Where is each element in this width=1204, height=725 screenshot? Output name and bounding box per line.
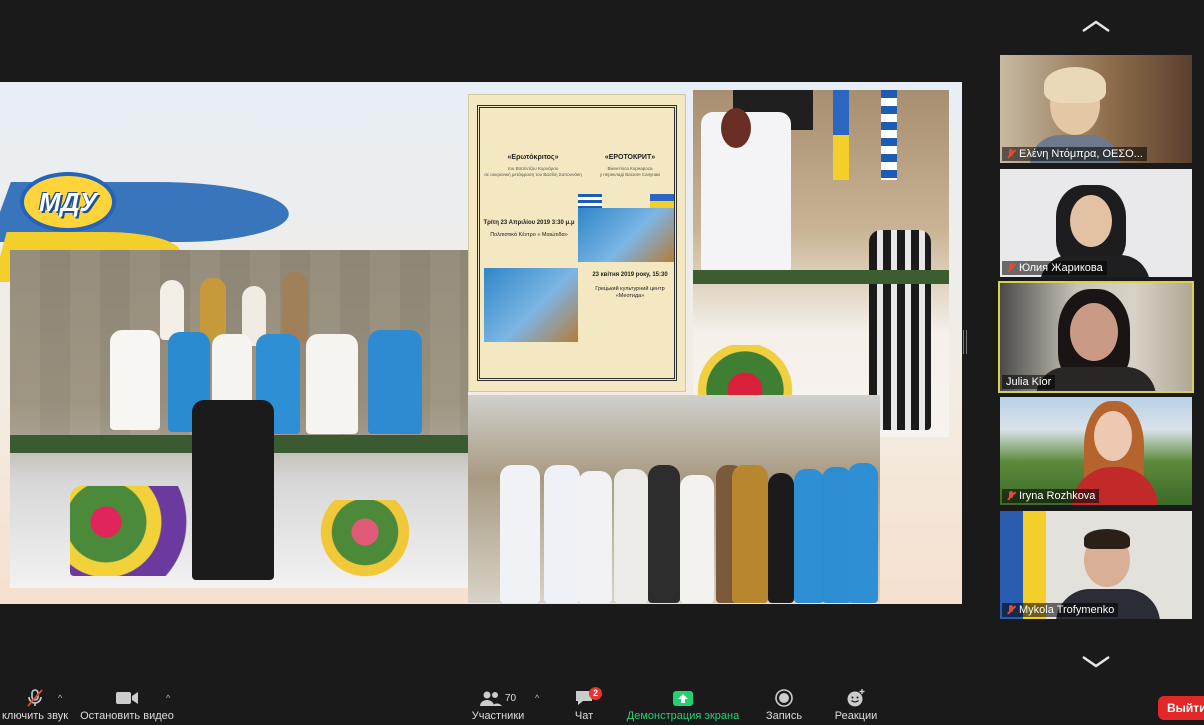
cast-group-photo	[468, 395, 880, 603]
audio-options-caret-icon[interactable]: ^	[58, 693, 62, 703]
participant-hair	[1084, 529, 1130, 549]
performer	[614, 469, 648, 603]
participant-face	[1070, 195, 1112, 247]
event-poster: «Ερωτόκριτος» του Βιτσέντζου Κορνάρου σε…	[468, 94, 686, 392]
performer	[768, 473, 794, 603]
performer	[500, 465, 540, 603]
chat-unread-badge: 2	[589, 687, 602, 700]
record-label: Запись	[765, 710, 803, 722]
participant-tile[interactable]: Юлия Жарикова	[1000, 169, 1192, 277]
participant-hair	[1044, 67, 1106, 103]
poster-venue-greek: Πολιτιστικό Κέντρο « Μαιώτιδα»	[490, 232, 568, 238]
reactions-smiley-icon	[846, 687, 866, 709]
video-camera-icon	[115, 687, 139, 709]
stop-video-label: Остановить видео	[80, 710, 174, 722]
participant-tile[interactable]: Mykola Trofymenko	[1000, 511, 1192, 619]
zoom-meeting-window: МДУ «Ερωτόκριτος» του Βιτσέντζου Κορνάρο…	[0, 0, 1204, 725]
participant-name: Юлия Жарикова	[1019, 262, 1103, 274]
muted-mic-icon	[1006, 605, 1016, 615]
chat-button[interactable]: 2 Чат	[566, 687, 602, 725]
performer	[578, 471, 612, 603]
participants-label: Участники	[471, 710, 525, 722]
muted-mic-icon	[1006, 491, 1016, 501]
unmute-label: ключить звук	[1, 710, 69, 722]
mic-muted-icon	[23, 687, 47, 709]
poster-photo	[484, 268, 578, 342]
participant-name-tag: Mykola Trofymenko	[1002, 603, 1119, 617]
poster-title-ukrainian: «ЕРОТОКРИТ»	[604, 154, 656, 161]
shared-screen: МДУ «Ερωτόκριτος» του Βιτσέντζου Κορνάρο…	[0, 82, 962, 604]
participants-count: 70	[504, 692, 517, 704]
poster-date-ukrainian: 23 квітня 2019 року, 15:30	[592, 272, 668, 278]
participant-name: Ελένη Ντόμπρα, ΟΕΣΟ...	[1019, 148, 1143, 160]
poster-photo	[578, 208, 674, 262]
actress-hair	[721, 108, 751, 148]
leave-label: Выйти	[1167, 701, 1204, 715]
performer	[160, 280, 184, 340]
stop-video-button[interactable]: Остановить видео	[80, 687, 174, 725]
performer	[680, 475, 714, 603]
participant-name-tag: Julia Kior	[1002, 375, 1056, 389]
performer	[544, 465, 580, 603]
video-options-caret-icon[interactable]: ^	[166, 693, 170, 703]
greek-flag	[578, 194, 602, 208]
participants-icon: 70	[479, 687, 517, 709]
participant-name-tag: Iryna Rozhkova	[1002, 489, 1100, 503]
poster-date-greek: Τρίτη 23 Απριλίου 2019 3:30 μ.μ	[483, 220, 575, 226]
flower-arrangement	[310, 500, 420, 580]
participant-tile[interactable]: Ελένη Ντόμπρα, ΟΕΣΟ...	[1000, 55, 1192, 163]
performer	[110, 330, 160, 430]
muted-mic-icon	[1006, 149, 1016, 159]
participants-options-caret-icon[interactable]: ^	[535, 693, 539, 703]
reactions-label: Реакции	[834, 710, 878, 722]
participant-tile[interactable]: Iryna Rozhkova	[1000, 397, 1192, 505]
share-screen-icon	[672, 687, 694, 709]
poster-subtitle-ukrainian: Вікентіоса Корнароса у перекладі Василя …	[599, 166, 661, 177]
reactions-button[interactable]: Реакции	[830, 687, 882, 725]
participant-name: Julia Kior	[1006, 376, 1052, 388]
performer	[200, 278, 226, 342]
poster-subtitle-greek: του Βιτσέντζου Κορνάρου σε ουκρανική μετ…	[484, 166, 582, 177]
greek-flag	[881, 90, 897, 180]
participant-face	[1094, 411, 1132, 461]
ukrainian-flag	[650, 194, 674, 208]
chat-label: Чат	[574, 710, 594, 722]
performer	[368, 330, 422, 434]
logo-text: МДУ	[38, 186, 98, 217]
participant-name-tag: Юлия Жарикова	[1002, 261, 1107, 275]
participant-face	[1070, 303, 1118, 361]
performer	[794, 469, 824, 603]
participant-name: Mykola Trofymenko	[1019, 604, 1115, 616]
share-screen-label: Демонстрация экрана	[626, 710, 740, 722]
ukrainian-flag	[833, 90, 849, 180]
participant-name-tag: Ελένη Ντόμπρα, ΟΕΣΟ...	[1002, 147, 1147, 161]
scroll-down-chevron-icon[interactable]	[1080, 654, 1112, 670]
scroll-up-chevron-icon[interactable]	[1080, 18, 1112, 34]
performer	[648, 465, 680, 603]
record-icon	[775, 687, 793, 709]
performer	[306, 334, 358, 434]
leave-meeting-button[interactable]: Выйти	[1158, 696, 1204, 720]
university-logo: МДУ	[20, 172, 116, 232]
participant-name: Iryna Rozhkova	[1019, 490, 1096, 502]
chat-icon: 2	[574, 687, 602, 709]
participants-button[interactable]: 70 Участники	[470, 687, 526, 725]
poster-frame: «Ερωτόκριτος» του Βιτσέντζου Κορνάρου σε…	[477, 105, 677, 381]
meeting-toolbar: ключить звук ^ Остановить видео ^ 70 Уча…	[0, 687, 1204, 725]
poster-title-greek: «Ερωτόκριτος»	[507, 154, 559, 161]
group-photo-stage	[10, 250, 468, 588]
muted-mic-icon	[1006, 263, 1016, 273]
share-screen-button[interactable]: Демонстрация экрана	[622, 687, 744, 725]
performer	[282, 272, 308, 342]
romeo-juliet-photo	[693, 90, 949, 437]
panel-resize-handle[interactable]	[963, 330, 967, 354]
record-button[interactable]: Запись	[762, 687, 806, 725]
flower-arrangement	[70, 486, 190, 576]
director	[192, 400, 274, 580]
stage-garland	[693, 270, 949, 284]
performer	[732, 465, 768, 603]
participant-tile-active-speaker[interactable]: Julia Kior	[998, 281, 1194, 393]
performer	[848, 463, 878, 603]
poster-venue-ukrainian: Грецький культурний центр «Меотида»	[595, 286, 665, 299]
